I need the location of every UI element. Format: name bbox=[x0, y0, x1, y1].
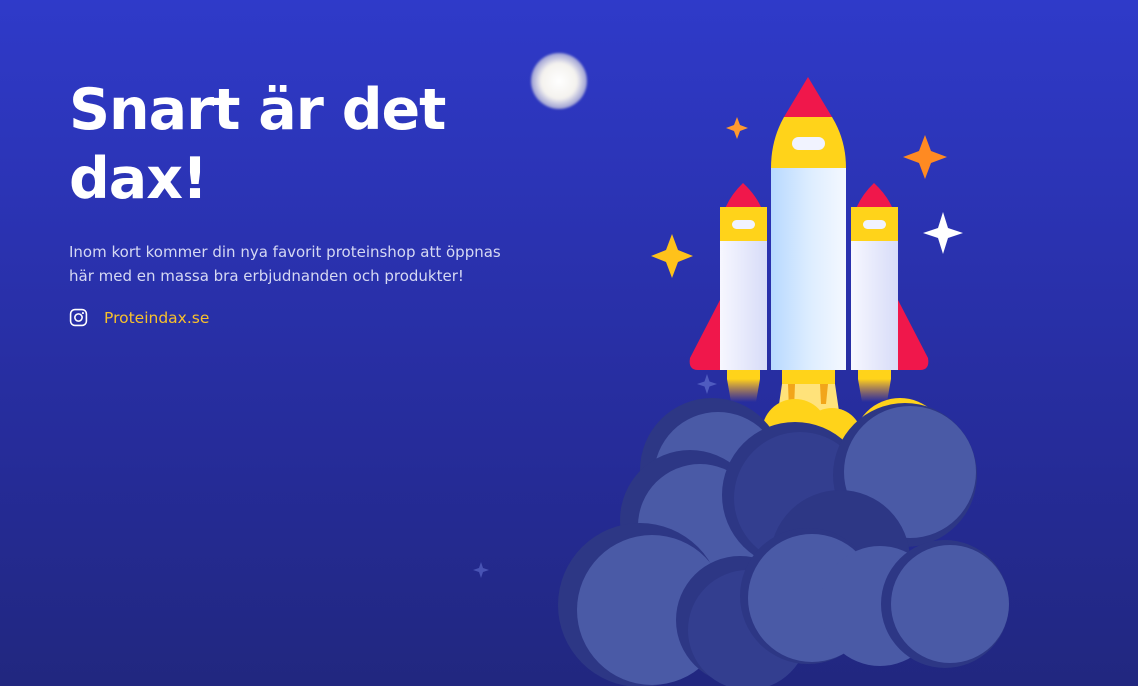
intro-line-1: Inom kort kommer din nya favorit protein… bbox=[69, 243, 501, 261]
sparkle-icon bbox=[473, 562, 489, 578]
sparkle-icon bbox=[651, 234, 693, 278]
sparkle-icon bbox=[726, 117, 748, 139]
sparkle-icon bbox=[923, 212, 963, 254]
sparkle-icon bbox=[903, 135, 947, 179]
smoke-cloud-icon bbox=[558, 398, 1009, 686]
intro-text: Inom kort kommer din nya favorit protein… bbox=[69, 240, 514, 288]
intro-line-2: här med en massa bra erbjudnanden och pr… bbox=[69, 267, 464, 285]
sparkle-icon bbox=[697, 374, 717, 394]
instagram-link[interactable]: Proteindax.se bbox=[104, 309, 209, 327]
headline-line-2: dax! bbox=[69, 146, 208, 212]
rocket-icon bbox=[689, 77, 929, 418]
rocket-launch-illustration bbox=[473, 77, 1009, 686]
instagram-icon[interactable] bbox=[69, 308, 88, 327]
headline-line-1: Snart är det bbox=[69, 77, 446, 143]
